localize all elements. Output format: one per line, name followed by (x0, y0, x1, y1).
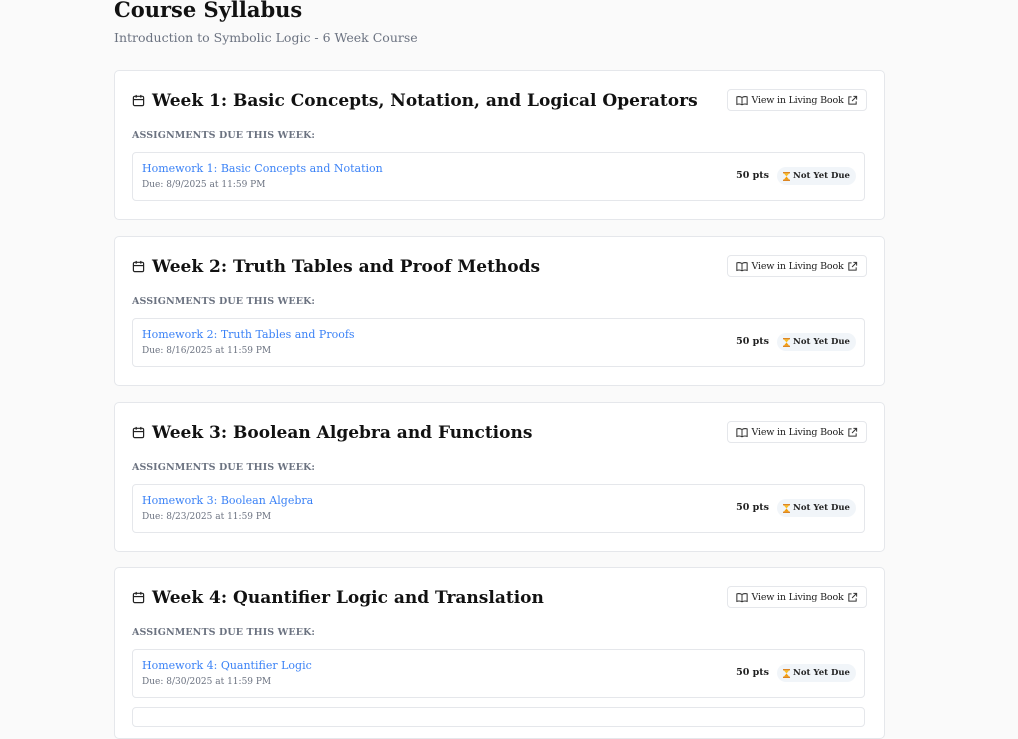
assignments-heading: ASSIGNMENTS DUE THIS WEEK: (132, 130, 316, 141)
assignment-item: Homework 2: Truth Tables and Proofs Due:… (132, 318, 865, 367)
assignment-points: 50 pts (736, 336, 769, 347)
assignment-points: 50 pts (736, 667, 769, 678)
view-in-living-book-button[interactable]: View in Living Book (727, 421, 867, 443)
assignment-item: Homework 1: Basic Concepts and Notation … (132, 152, 865, 201)
assignment-link[interactable]: Homework 1: Basic Concepts and Notation (142, 162, 383, 176)
week-card: Week 3: Boolean Algebra and Functions Vi… (114, 402, 885, 552)
hourglass-icon (783, 668, 791, 678)
assignment-item: Homework 4: Quantifier Logic Due: 8/30/2… (132, 649, 865, 698)
book-open-icon (736, 261, 748, 271)
assignments-heading: ASSIGNMENTS DUE THIS WEEK: (132, 627, 316, 638)
week-title: Week 1: Basic Concepts, Notation, and Lo… (152, 91, 698, 111)
status-label: Not Yet Due (793, 503, 850, 513)
assignment-item (132, 707, 865, 727)
hourglass-icon (783, 171, 791, 181)
assignment-points: 50 pts (736, 502, 769, 513)
calendar-icon (132, 426, 145, 439)
view-button-label: View in Living Book (751, 591, 844, 603)
view-button-label: View in Living Book (751, 94, 844, 106)
status-badge: Not Yet Due (777, 167, 856, 185)
calendar-icon (132, 260, 145, 273)
status-badge: Not Yet Due (777, 664, 856, 682)
book-open-icon (736, 427, 748, 437)
week-title: Week 3: Boolean Algebra and Functions (152, 423, 533, 443)
week-title: Week 4: Quantifier Logic and Translation (152, 588, 544, 608)
status-badge: Not Yet Due (777, 499, 856, 517)
assignment-due-date: Due: 8/23/2025 at 11:59 PM (142, 512, 272, 522)
assignments-heading: ASSIGNMENTS DUE THIS WEEK: (132, 462, 316, 473)
external-link-icon (848, 261, 858, 271)
week-header: Week 2: Truth Tables and Proof Methods V… (132, 255, 867, 281)
week-header: Week 4: Quantifier Logic and Translation… (132, 586, 867, 612)
hourglass-icon (783, 337, 791, 347)
week-card: Week 4: Quantifier Logic and Translation… (114, 567, 885, 739)
book-open-icon (736, 592, 748, 602)
assignment-item: Homework 3: Boolean Algebra Due: 8/23/20… (132, 484, 865, 533)
assignment-link[interactable]: Homework 4: Quantifier Logic (142, 659, 312, 673)
assignment-link[interactable]: Homework 2: Truth Tables and Proofs (142, 328, 355, 342)
week-card: Week 1: Basic Concepts, Notation, and Lo… (114, 70, 885, 220)
week-card: Week 2: Truth Tables and Proof Methods V… (114, 236, 885, 386)
status-badge: Not Yet Due (777, 333, 856, 351)
external-link-icon (848, 95, 858, 105)
calendar-icon (132, 591, 145, 604)
view-in-living-book-button[interactable]: View in Living Book (727, 255, 867, 277)
week-header: Week 3: Boolean Algebra and Functions Vi… (132, 421, 867, 447)
syllabus-page: Course Syllabus Introduction to Symbolic… (114, 0, 885, 739)
view-button-label: View in Living Book (751, 426, 844, 438)
assignment-due-date: Due: 8/9/2025 at 11:59 PM (142, 180, 266, 190)
calendar-icon (132, 94, 145, 107)
book-open-icon (736, 95, 748, 105)
view-in-living-book-button[interactable]: View in Living Book (727, 89, 867, 111)
page-subtitle: Introduction to Symbolic Logic - 6 Week … (114, 30, 418, 45)
view-in-living-book-button[interactable]: View in Living Book (727, 586, 867, 608)
status-label: Not Yet Due (793, 171, 850, 181)
hourglass-icon (783, 503, 791, 513)
external-link-icon (848, 427, 858, 437)
page-title: Course Syllabus (114, 0, 303, 22)
external-link-icon (848, 592, 858, 602)
status-label: Not Yet Due (793, 337, 850, 347)
assignment-points: 50 pts (736, 170, 769, 181)
week-header: Week 1: Basic Concepts, Notation, and Lo… (132, 89, 867, 115)
assignment-due-date: Due: 8/30/2025 at 11:59 PM (142, 677, 272, 687)
status-label: Not Yet Due (793, 668, 850, 678)
assignments-heading: ASSIGNMENTS DUE THIS WEEK: (132, 296, 316, 307)
view-button-label: View in Living Book (751, 260, 844, 272)
week-title: Week 2: Truth Tables and Proof Methods (152, 257, 541, 277)
assignment-due-date: Due: 8/16/2025 at 11:59 PM (142, 346, 272, 356)
assignment-link[interactable]: Homework 3: Boolean Algebra (142, 494, 313, 508)
